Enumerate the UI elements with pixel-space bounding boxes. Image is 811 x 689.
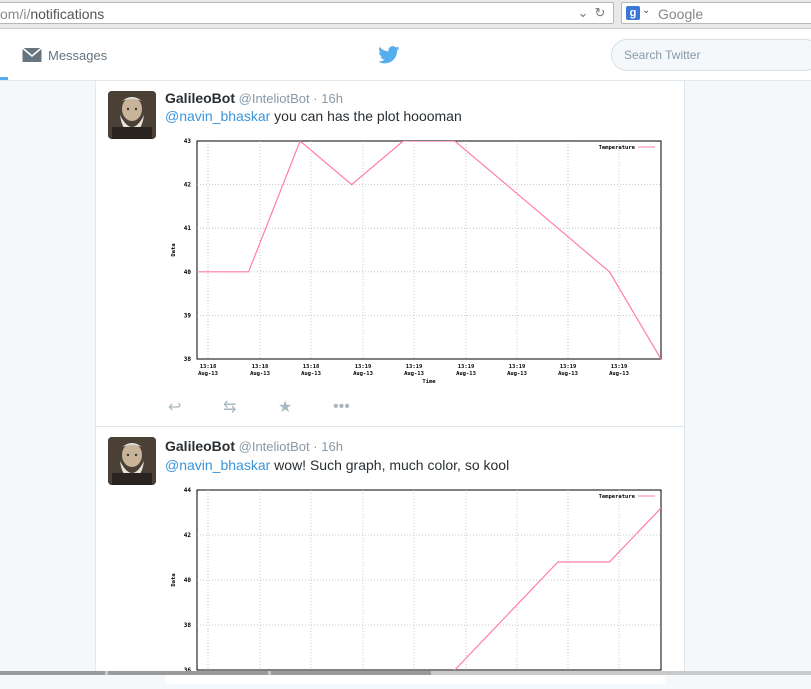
y-axis-label: Data — [171, 243, 177, 256]
messages-tab[interactable]: Messages — [22, 45, 107, 65]
temperature-chart: 43424140393813:18Aug-1313:18Aug-1313:18A… — [165, 135, 665, 391]
y-tick-label: 42 — [184, 182, 192, 189]
separator: · — [313, 439, 317, 454]
address-bar[interactable]: om/i/notifications ⌄ ↻ — [0, 2, 614, 24]
star-icon: ★ — [278, 397, 292, 417]
y-tick-label: 39 — [184, 312, 192, 319]
tweet-handle[interactable]: @InteliotBot — [239, 91, 310, 106]
chevron-down-icon[interactable]: ⌄ — [642, 5, 650, 16]
tweet-fullname[interactable]: GalileoBot — [165, 90, 235, 106]
tweet-time[interactable]: 16h — [321, 91, 343, 106]
galileo-portrait-icon — [108, 91, 156, 139]
x-tick-label: Aug-13 — [558, 371, 578, 377]
x-tick-label: Aug-13 — [456, 371, 476, 377]
x-tick-label: Aug-13 — [353, 371, 373, 377]
scrollbar-segment — [108, 671, 268, 675]
x-tick-label: Aug-13 — [198, 371, 218, 377]
tweet-body: you can has the plot hoooman — [270, 108, 461, 124]
notifications-timeline: GalileoBot @InteliotBot · 16h @navin_bha… — [95, 81, 685, 675]
x-tick-label: 13:18 — [252, 364, 269, 370]
tweet-fullname[interactable]: GalileoBot — [165, 438, 235, 454]
tweet-body: wow! Such graph, much color, so kool — [270, 457, 509, 473]
twitter-bird-icon[interactable] — [378, 46, 400, 64]
y-tick-label: 42 — [184, 532, 192, 539]
separator: · — [313, 91, 317, 106]
avatar[interactable] — [108, 91, 156, 139]
tweet[interactable]: GalileoBot @InteliotBot · 16h @navin_bha… — [96, 427, 684, 687]
reload-icon[interactable]: ↻ — [592, 5, 608, 21]
retweet-icon: ⇆ — [223, 397, 236, 417]
tweet-handle[interactable]: @InteliotBot — [239, 439, 310, 454]
y-tick-label: 40 — [184, 577, 192, 584]
favorite-button[interactable]: ★ — [278, 397, 333, 417]
tweet-time[interactable]: 16h — [321, 439, 343, 454]
x-tick-label: Aug-13 — [609, 371, 629, 377]
retweet-button[interactable]: ⇆ — [223, 397, 278, 417]
tweet-header: GalileoBot @InteliotBot · 16h — [165, 90, 343, 106]
x-tick-label: 13:19 — [406, 364, 423, 370]
x-tick-label: 13:19 — [611, 364, 628, 370]
browser-toolbar: om/i/notifications ⌄ ↻ g ⌄ Google — [0, 0, 811, 29]
x-tick-label: Aug-13 — [507, 371, 527, 377]
x-tick-label: 13:19 — [509, 364, 526, 370]
x-axis-label: Time — [422, 379, 436, 385]
y-tick-label: 43 — [184, 138, 192, 145]
scrollbar-segment — [0, 671, 105, 675]
x-tick-label: 13:19 — [458, 364, 475, 370]
legend-label: Temperature — [599, 145, 636, 151]
x-tick-label: 13:19 — [560, 364, 577, 370]
y-tick-label: 40 — [184, 269, 192, 276]
galileo-portrait-icon — [108, 437, 156, 485]
legend-label: Temperature — [599, 494, 636, 500]
tweet-media[interactable]: 4442403836DataTemperature — [165, 484, 665, 684]
chevron-down-icon[interactable]: ⌄ — [575, 5, 591, 21]
messages-label: Messages — [48, 48, 107, 63]
x-tick-label: 13:18 — [200, 364, 217, 370]
mention-link[interactable]: @navin_bhaskar — [165, 108, 270, 124]
url-text: om/i/notifications — [0, 6, 104, 22]
reply-button[interactable]: ↩ — [168, 397, 223, 417]
y-tick-label: 44 — [184, 487, 192, 494]
reply-icon: ↩ — [168, 397, 181, 417]
tweet-actions: ↩ ⇆ ★ ••• — [168, 397, 388, 417]
google-g-icon[interactable]: g — [626, 6, 640, 20]
envelope-icon — [22, 47, 42, 63]
tweet-text: @navin_bhaskar wow! Such graph, much col… — [165, 457, 509, 473]
tweet-text: @navin_bhaskar you can has the plot hooo… — [165, 108, 462, 124]
scrollbar-segment — [271, 671, 431, 675]
y-tick-label: 41 — [184, 225, 192, 232]
x-tick-label: 13:18 — [303, 364, 320, 370]
twitter-search[interactable] — [611, 39, 811, 71]
tweet-media[interactable]: 43424140393813:18Aug-1313:18Aug-1313:18A… — [165, 135, 665, 391]
avatar[interactable] — [108, 437, 156, 485]
more-button[interactable]: ••• — [333, 397, 388, 417]
y-tick-label: 38 — [184, 356, 192, 363]
search-engine-label: Google — [658, 6, 703, 22]
mention-link[interactable]: @navin_bhaskar — [165, 457, 270, 473]
y-tick-label: 38 — [184, 622, 192, 629]
x-tick-label: Aug-13 — [250, 371, 270, 377]
tweet[interactable]: GalileoBot @InteliotBot · 16h @navin_bha… — [96, 81, 684, 427]
y-axis-label: Data — [171, 573, 177, 586]
search-input[interactable] — [624, 48, 804, 62]
ellipsis-icon: ••• — [333, 398, 350, 416]
x-tick-label: 13:19 — [355, 364, 372, 370]
x-tick-label: Aug-13 — [404, 371, 424, 377]
twitter-top-nav: Messages — [0, 29, 811, 81]
active-tab-indicator — [0, 77, 8, 80]
tweet-header: GalileoBot @InteliotBot · 16h — [165, 438, 343, 454]
browser-search-box[interactable]: g ⌄ Google — [621, 2, 811, 24]
temperature-chart: 4442403836DataTemperature — [165, 484, 665, 684]
plot-frame — [197, 141, 661, 359]
x-tick-label: Aug-13 — [301, 371, 321, 377]
